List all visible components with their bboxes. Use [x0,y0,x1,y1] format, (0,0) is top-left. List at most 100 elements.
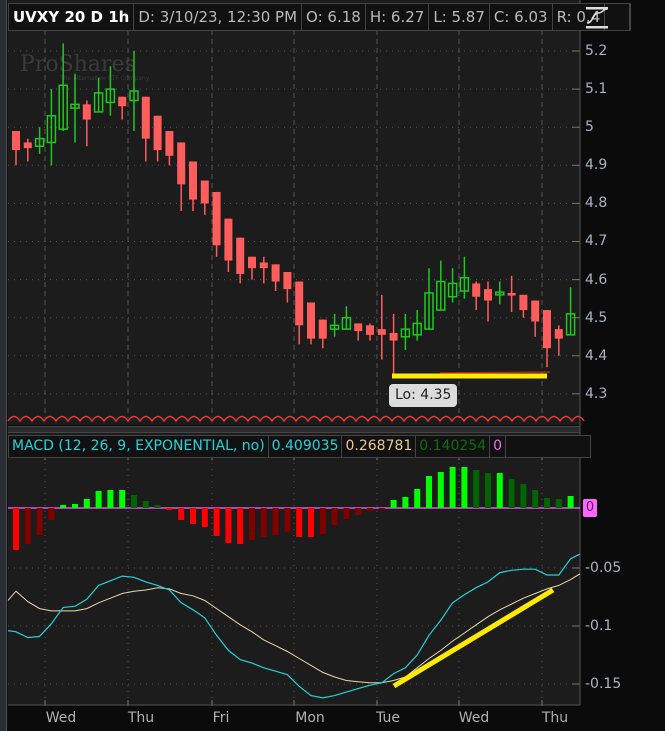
histogram-bar [508,479,515,508]
candle-down [12,131,20,151]
histogram-bar [36,508,43,535]
histogram-bar [567,496,574,508]
time-tick: Mon [295,710,325,726]
price-tick: 4.6 [585,272,608,288]
candle-down [507,292,516,296]
candle-down [177,142,186,185]
histogram-bar [367,508,373,511]
macd-tick: -0.15 [585,676,622,692]
histogram-bar [319,508,326,534]
histogram-bar [414,489,421,508]
candle-down [153,115,162,151]
zero-marker: 0 [583,499,597,517]
macd-value: 0.409035 [269,436,343,457]
histogram-bar [237,508,244,544]
candle-down [295,281,304,326]
candle-down [366,325,374,335]
histogram-bar [178,508,185,520]
studies-icon[interactable] [585,5,612,31]
price-tick: 4.7 [585,233,608,249]
histogram-bar [249,508,255,540]
candle-down [236,237,245,274]
histogram-bar [355,508,362,515]
histogram-bar [83,499,90,508]
macd-title[interactable]: MACD (12, 26, 9, EXPONENTIAL, no) [9,436,269,457]
macd-avg: 0.268781 [342,436,417,457]
price-header: UVXY 20 D 1h D: 3/10/23, 12:30 PM O: 6.1… [8,3,632,31]
candle-down [259,262,268,269]
candle-down [377,329,386,335]
histogram-bar [308,508,314,537]
macd-trendline [392,587,555,689]
candle-down [224,218,233,261]
histogram-bar [72,504,78,508]
candle-down [354,323,363,332]
time-tick: Thu [127,710,155,726]
histogram-bar [284,508,291,532]
histogram-bar [190,508,196,524]
histogram-bar [331,508,338,525]
close-label: C: 6.03 [490,4,553,30]
time-tick: Thu [541,710,569,726]
price-tick: 4.8 [585,195,608,211]
histogram-bar [473,470,480,508]
histogram-bar [24,508,31,544]
price-tick: 4.5 [585,310,608,326]
candle-down [248,256,256,269]
high-label: H: 6.27 [366,4,430,30]
histogram-bar [402,497,409,508]
candle-down [472,283,481,297]
histogram-bar [142,501,149,508]
candle-down [318,319,327,339]
price-tick: 5.2 [585,43,608,59]
macd-tick: -0.1 [585,618,613,634]
candle-down [543,310,551,349]
macd-tick: -0.05 [585,560,622,576]
macd-diff: 0.140254 [416,436,491,457]
candle-down [165,131,174,156]
histogram-bar [13,508,19,550]
histogram-bar [461,467,468,508]
histogram-bar [131,495,137,508]
histogram-bar [154,505,161,508]
candle-down [200,180,209,204]
chart-canvas [7,0,585,706]
histogram-bar [166,508,173,510]
histogram-bar [343,508,350,519]
histogram-bar [60,505,67,508]
candle-down [82,104,91,120]
histogram-bar [296,508,303,537]
histogram-bar [449,467,456,508]
histogram-bar [496,473,503,508]
date-label: D: 3/10/23, 12:30 PM [134,4,303,30]
histogram-bar [95,491,102,508]
candle-down [118,96,127,107]
histogram-bar [201,508,208,527]
candle-down [389,332,398,341]
bottom-scallop-line [7,415,585,423]
time-tick: Fri [212,710,230,726]
candle-down [212,191,221,246]
low-label: L: 5.87 [429,4,490,30]
histogram-bar [555,499,562,508]
histogram-bar [260,508,267,537]
candle-down [141,96,150,139]
macd-zero: 0 [490,436,507,457]
histogram-bar [544,498,550,508]
histogram-bar [426,476,432,508]
annotation-red-line [439,371,551,374]
price-tick: 4.9 [585,157,608,173]
histogram-bar [213,508,220,536]
histogram-bar [48,508,55,520]
candle-down [307,302,315,339]
open-label: O: 6.18 [302,4,366,30]
histogram-bar [532,490,539,508]
macd-header-spacer [506,436,590,457]
low-price-label: Lo: 4.35 [389,384,458,407]
histogram-bar [378,508,385,509]
candle-down [531,300,540,322]
symbol-label[interactable]: UVXY 20 D 1h [9,4,135,30]
histogram-bar [225,508,232,543]
time-tick: Wed [45,710,77,726]
candle-down [519,294,528,311]
